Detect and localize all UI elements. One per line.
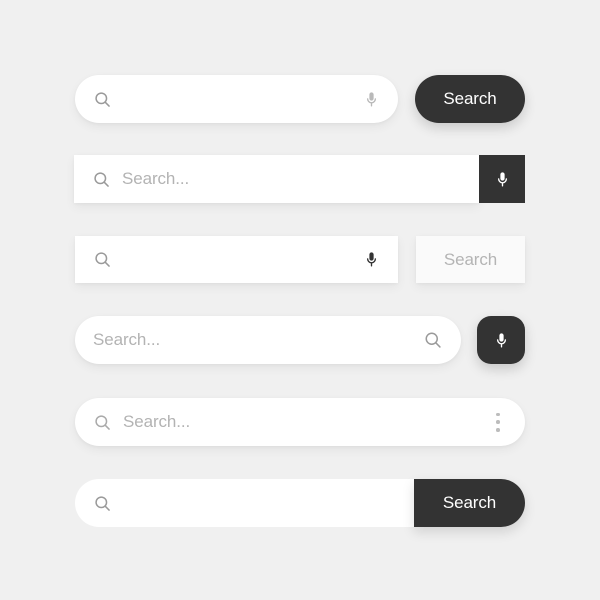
search-icon xyxy=(75,494,112,513)
microphone-icon xyxy=(494,171,511,188)
microphone-icon[interactable] xyxy=(363,91,398,108)
dot xyxy=(496,412,500,417)
more-vertical-icon[interactable] xyxy=(489,412,525,432)
microphone-icon[interactable] xyxy=(363,251,398,268)
microphone-button-4[interactable] xyxy=(477,316,525,364)
search-bar-2: Search... xyxy=(74,155,525,203)
search-bar-showcase: Search Search... Search Search... Search… xyxy=(0,0,600,600)
search-placeholder-4: Search... xyxy=(93,330,161,349)
search-button-3[interactable]: Search xyxy=(416,236,525,283)
microphone-icon xyxy=(493,332,510,349)
search-icon xyxy=(74,170,111,189)
search-icon xyxy=(75,250,112,269)
search-input-4[interactable]: Search... xyxy=(75,316,461,364)
search-icon xyxy=(75,413,112,432)
search-bar-5: Search... xyxy=(75,398,525,446)
dot xyxy=(496,427,500,432)
search-input-5[interactable]: Search... xyxy=(75,398,525,446)
search-input-2[interactable]: Search... xyxy=(74,155,479,203)
search-bar-3: Search xyxy=(75,236,525,283)
microphone-button-2[interactable] xyxy=(479,155,525,203)
search-button-6[interactable]: Search xyxy=(414,479,525,527)
dot xyxy=(496,420,500,424)
search-icon[interactable] xyxy=(423,330,461,350)
more-vertical-dots xyxy=(489,412,507,432)
search-button-1[interactable]: Search xyxy=(415,75,525,123)
search-placeholder-5: Search... xyxy=(123,412,191,431)
search-bar-4: Search... xyxy=(75,316,525,364)
search-input-3[interactable] xyxy=(75,236,398,283)
search-bar-1: Search xyxy=(75,75,525,123)
search-input-1[interactable] xyxy=(75,75,398,123)
search-placeholder-2: Search... xyxy=(122,169,190,188)
search-input-6[interactable] xyxy=(75,479,414,527)
search-bar-6: Search xyxy=(75,479,525,527)
search-icon xyxy=(75,90,112,109)
